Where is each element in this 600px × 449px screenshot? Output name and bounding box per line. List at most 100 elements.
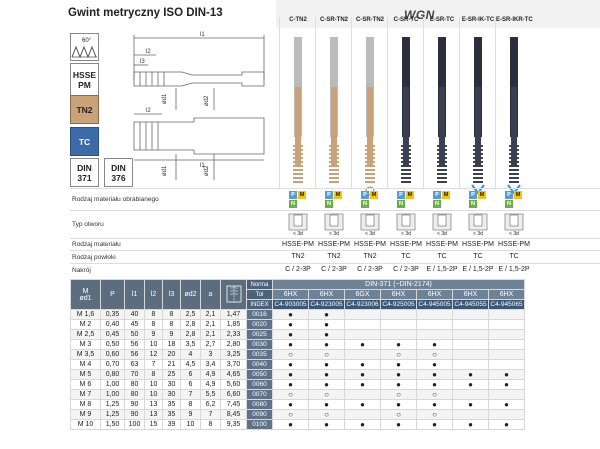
table-cell: 1,47 (220, 309, 247, 320)
column-divider (459, 17, 460, 189)
availability-mark: ● (344, 369, 381, 380)
product-code: C4-945005 (416, 299, 453, 310)
index-cell: 0030 (246, 339, 273, 350)
table-cell: M 5 (70, 369, 101, 380)
availability-mark: ○ (308, 389, 345, 400)
tool-name: C-TN2 (289, 17, 307, 23)
table-cell: 8 (200, 419, 221, 430)
tool-name: C-SR-TN2 (320, 17, 348, 23)
table-cell: 8 (144, 369, 163, 380)
table-cell: 8 (162, 319, 181, 330)
iso-group-n-icon: N (397, 200, 405, 208)
hole-type-icon (504, 213, 524, 231)
availability-mark (344, 309, 381, 320)
table-cell: 3 (200, 349, 221, 360)
table-row: M 7 1,00 80 10 30 7 5,5 6,60 0070 ○ ○ ○ ○ (70, 389, 525, 400)
iso-group-p-icon: P (433, 191, 441, 199)
availability-mark (344, 409, 381, 420)
availability-mark: ● (452, 399, 489, 410)
availability-mark (488, 389, 525, 400)
table-cell: 6,2 (200, 399, 221, 410)
table-cell: 7 (144, 359, 163, 370)
property-value: HSSE-PM (462, 241, 494, 248)
col-header-label: M (82, 287, 89, 295)
availability-mark: ● (344, 359, 381, 370)
table-cell: 6 (180, 369, 201, 380)
availability-mark (452, 349, 489, 360)
table-cell: 56 (124, 349, 145, 360)
property-value: HSSE-PM (318, 241, 350, 248)
col-header-m: Mød1 (70, 279, 101, 310)
hole-type-icon (360, 213, 380, 231)
col-header: ød2 (180, 279, 201, 310)
product-code: C4-945065 (488, 299, 525, 310)
material-icon-group: PMN (505, 191, 523, 209)
hole-depth-label: < 3d (509, 231, 519, 237)
table-cell: 90 (124, 409, 145, 420)
iso-group-n-icon: N (361, 200, 369, 208)
availability-mark (488, 309, 525, 320)
availability-mark (380, 309, 417, 320)
badge-din-label: DIN (77, 162, 92, 173)
table-cell: 7,45 (220, 399, 247, 410)
table-cell: 2,80 (220, 339, 247, 350)
availability-mark (488, 329, 525, 340)
availability-mark (488, 339, 525, 350)
dim-d2: ød2 (204, 95, 210, 106)
thread-profile-icon: 60° (70, 33, 99, 61)
table-cell: 2,8 (180, 319, 201, 330)
availability-mark: ● (308, 329, 345, 340)
product-code: C4-945055 (452, 299, 489, 310)
table-cell: 0,40 (100, 319, 125, 330)
table-cell: M 7 (70, 389, 101, 400)
iso-group-p-icon: P (325, 191, 333, 199)
table-row: M 8 1,25 90 13 35 8 6,2 7,45 0080 ● ● ● ● ● ● ● (70, 399, 525, 410)
dim-d1-bottom: ød1 (162, 165, 168, 176)
specs-table: Mød1 Pl1 l2 l3 ød2 a Norma DIN-371 (~DIN-2174) T… (70, 279, 525, 430)
col-header: a (200, 279, 221, 310)
table-cell: 8 (180, 399, 201, 410)
hole-depth-label: < 3d (329, 231, 339, 237)
availability-mark: ● (308, 359, 345, 370)
table-cell: 9 (144, 329, 163, 340)
tool-name: C-SR-TC (393, 17, 419, 23)
hole-depth-label: < 3d (437, 231, 447, 237)
table-cell: 6,60 (220, 389, 247, 400)
table-cell: 3,25 (220, 349, 247, 360)
availability-mark: ● (308, 379, 345, 390)
property-value: TN2 (291, 253, 305, 260)
drill-size-icon (220, 279, 247, 310)
availability-mark: ○ (272, 389, 309, 400)
availability-mark: ● (416, 379, 453, 390)
page-title: Gwint metryczny ISO DIN-13 (68, 7, 223, 19)
column-divider (495, 17, 496, 189)
availability-mark: ● (344, 379, 381, 390)
table-cell: 2,1 (200, 329, 221, 340)
table-cell: 15 (144, 419, 163, 430)
iso-group-p-icon: P (469, 191, 477, 199)
table-cell: 8 (144, 309, 163, 320)
material-icon-group: PMN (397, 191, 415, 209)
table-cell: 1,50 (100, 419, 125, 430)
availability-mark: ● (344, 419, 381, 430)
tap-image-icon (329, 37, 339, 183)
availability-mark: ● (488, 419, 525, 430)
table-row: M 1,6 0,35 40 8 8 2,5 2,1 1,47 0016 ● ● (70, 309, 525, 320)
dim-d1: ød1 (162, 93, 168, 104)
property-row: Rodzaj powłoki TN2 TN2 TN2 TC TC TC TC (70, 250, 600, 263)
availability-mark: ● (416, 369, 453, 380)
table-cell: 3,70 (220, 359, 247, 370)
index-cell: 0040 (246, 359, 273, 370)
table-row: M 2 0,40 45 8 8 2,8 2,1 1,85 0020 ● ● (70, 319, 525, 330)
norma-label: Norma (246, 279, 273, 290)
table-cell: 35 (162, 409, 181, 420)
table-cell: 2,5 (180, 309, 201, 320)
availability-mark: ○ (380, 409, 417, 420)
table-cell: 2,7 (200, 339, 221, 350)
property-value: HSSE-PM (282, 241, 314, 248)
table-cell: 8 (162, 309, 181, 320)
table-cell: 21 (162, 359, 181, 370)
availability-mark: ● (272, 309, 309, 320)
availability-mark: ○ (380, 389, 417, 400)
table-cell: 4,9 (200, 369, 221, 380)
